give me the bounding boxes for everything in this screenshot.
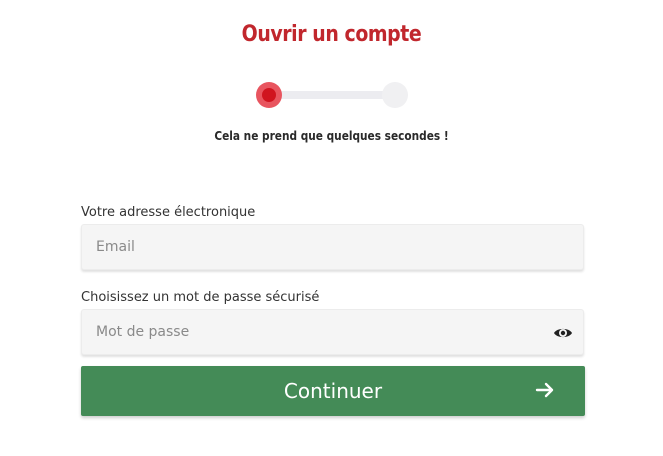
continue-button[interactable]: Continuer [81,366,585,416]
email-label: Votre adresse électronique [81,205,256,220]
step-2-indicator [382,82,408,108]
step-1-indicator [256,82,282,108]
stepper-track [268,91,396,99]
email-field-container [81,224,584,270]
arrow-right-icon [535,380,555,400]
password-label: Choisissez un mot de passe sécurisé [81,290,320,305]
password-field-container [81,309,584,355]
continue-button-label: Continuer [283,379,383,403]
progress-stepper [256,82,408,108]
eye-icon[interactable] [553,323,573,343]
email-input[interactable] [82,225,583,269]
page-subtitle: Cela ne prend que quelques secondes ! [214,129,449,143]
page-title: Ouvrir un compte [241,22,422,47]
password-input[interactable] [82,310,583,354]
